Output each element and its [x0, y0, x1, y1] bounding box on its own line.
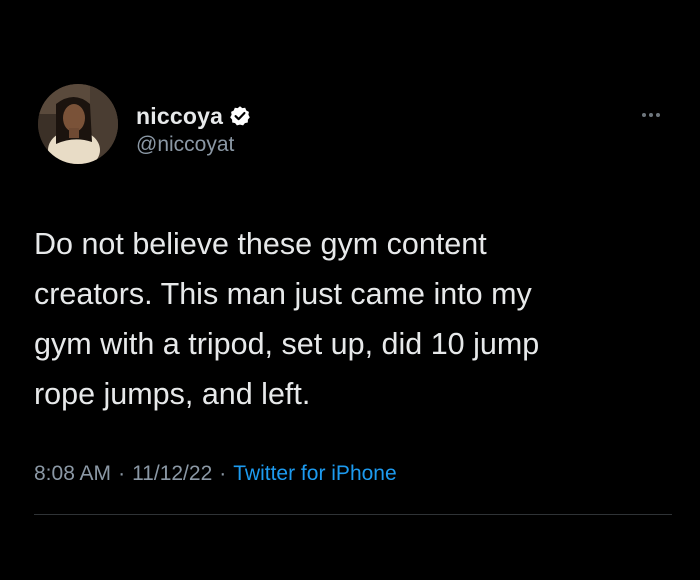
- avatar[interactable]: [38, 84, 118, 164]
- display-name[interactable]: niccoya: [136, 103, 223, 130]
- more-dot: [649, 113, 653, 117]
- tweet-card: niccoya @niccoyat Do not believe these g…: [0, 0, 700, 580]
- avatar-image: [38, 84, 118, 164]
- author-info: niccoya @niccoyat: [136, 101, 251, 157]
- verified-badge-icon: [229, 105, 251, 127]
- tweet-text: Do not believe these gym content creator…: [34, 227, 540, 411]
- tweet-metadata: 8:08 AM · 11/12/22 · Twitter for iPhone: [34, 462, 397, 486]
- more-options-icon[interactable]: [636, 103, 666, 127]
- meta-separator: ·: [118, 462, 126, 485]
- tweet-source-link[interactable]: Twitter for iPhone: [233, 462, 396, 486]
- tweet-time[interactable]: 8:08 AM: [34, 462, 111, 486]
- more-dot: [656, 113, 660, 117]
- author-name-row: niccoya: [136, 101, 251, 131]
- tweet-date[interactable]: 11/12/22: [132, 462, 212, 486]
- user-handle[interactable]: @niccoyat: [136, 133, 251, 157]
- more-dot: [642, 113, 646, 117]
- meta-separator: ·: [219, 462, 227, 485]
- divider: [34, 514, 672, 515]
